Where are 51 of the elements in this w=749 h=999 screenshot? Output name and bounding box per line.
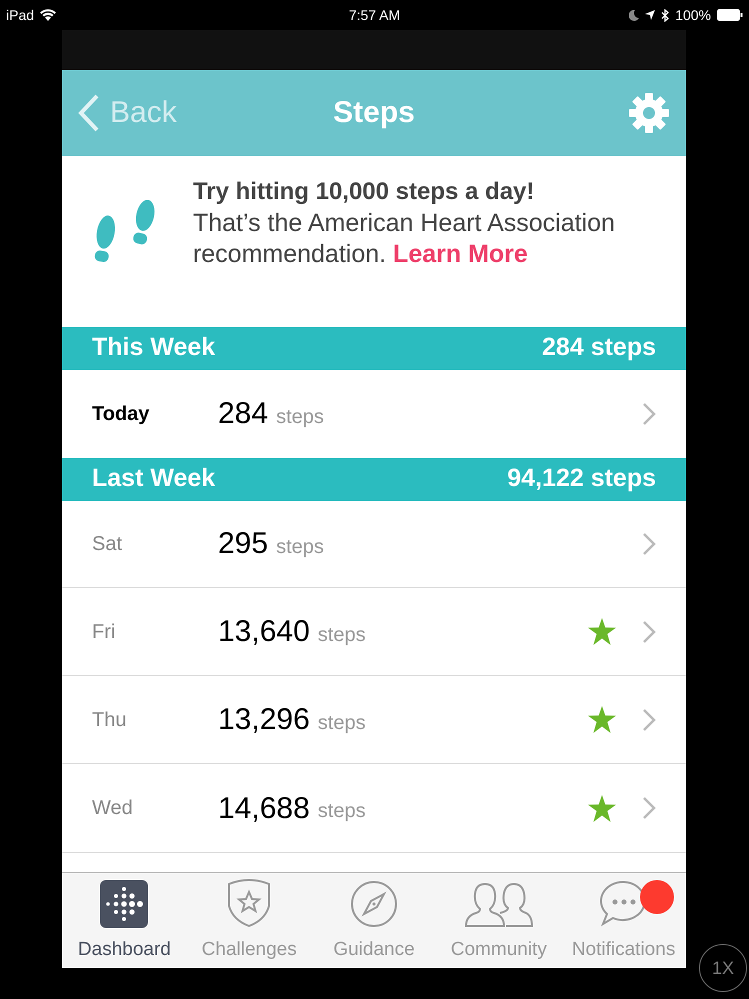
- day-row[interactable]: Sat 295 steps: [62, 500, 686, 588]
- day-label: Sat: [92, 532, 124, 557]
- step-count: 13,296: [218, 702, 310, 738]
- dots-grid-icon: [100, 880, 148, 928]
- step-count: 295: [218, 526, 268, 562]
- bluetooth-icon: [661, 8, 670, 22]
- tab[interactable]: Notifications: [561, 873, 686, 968]
- device-name: iPad: [6, 6, 34, 24]
- tab[interactable]: Dashboard: [62, 873, 187, 968]
- step-unit: steps: [318, 622, 366, 648]
- section-total: 94,122 steps: [507, 463, 656, 494]
- chevron-right-icon: [642, 402, 656, 426]
- chevron-right-icon: [642, 532, 656, 556]
- battery-percent: 100%: [675, 6, 711, 24]
- step-unit: steps: [276, 534, 324, 560]
- day-label: Thu: [92, 708, 128, 733]
- compass-icon: [350, 880, 398, 928]
- chevron-right-icon: [642, 708, 656, 732]
- day-label: Wed: [92, 796, 134, 822]
- location-arrow-icon: [645, 10, 656, 20]
- tab[interactable]: Challenges: [186, 873, 312, 968]
- wifi-icon: [40, 9, 56, 21]
- step-unit: steps: [276, 404, 324, 430]
- step-count: 14,688: [218, 790, 310, 827]
- settings-icon[interactable]: [628, 92, 670, 134]
- section-total: 284 steps: [542, 332, 656, 364]
- tab[interactable]: Community: [436, 873, 562, 968]
- page-title: Steps: [333, 95, 415, 132]
- step-count: 284: [218, 396, 268, 432]
- section-title: Last Week: [92, 463, 216, 494]
- day-row[interactable]: Today 284 steps: [62, 370, 686, 458]
- tip-headline: Try hitting 10,000 steps a day!: [192, 176, 536, 207]
- chevron-right-icon: [642, 796, 656, 820]
- learn-more-link[interactable]: Learn More: [393, 240, 528, 268]
- chevron-left-icon: [78, 94, 100, 132]
- chevron-right-icon: [642, 620, 656, 644]
- day-label: Today: [92, 402, 150, 427]
- zoom-button[interactable]: 1X: [699, 944, 747, 992]
- step-count: 13,640: [218, 614, 310, 650]
- tab[interactable]: Guidance: [312, 873, 436, 968]
- day-label: Fri: [92, 620, 116, 645]
- tip-text: That’s the American Heart Association recommendation. Learn More: [192, 208, 616, 270]
- clock-time: 7:57 AM: [348, 6, 400, 24]
- day-row[interactable]: Fri 13,640 steps: [62, 588, 686, 676]
- battery-icon: [717, 9, 743, 21]
- step-unit: steps: [318, 799, 366, 824]
- section-title: This Week: [92, 332, 216, 364]
- moon-icon: [629, 10, 640, 20]
- day-row[interactable]: Thu 13,296 steps: [62, 676, 686, 764]
- day-row[interactable]: Wed 14,688 steps: [62, 764, 686, 852]
- step-unit: steps: [318, 710, 366, 736]
